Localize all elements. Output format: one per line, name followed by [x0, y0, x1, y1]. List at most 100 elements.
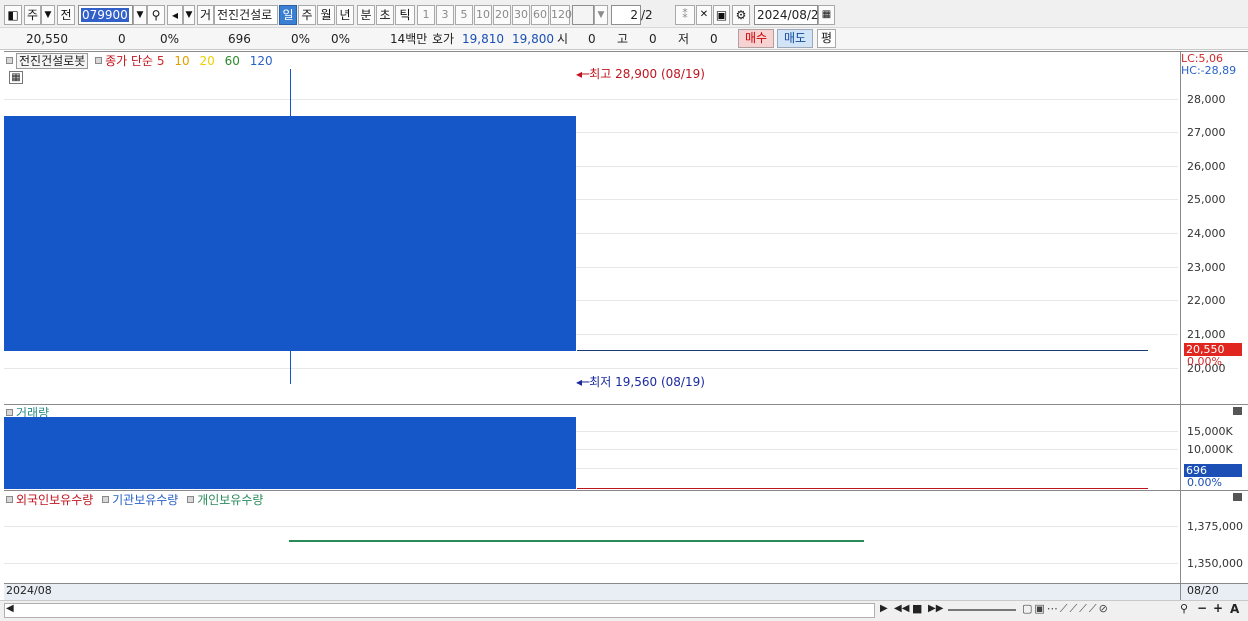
open-value: 0: [588, 32, 596, 46]
market-select[interactable]: 주: [24, 5, 41, 25]
ytick-24000: 24,000: [1187, 227, 1226, 240]
avg-button[interactable]: 평: [817, 29, 836, 48]
interval-60-button[interactable]: 60: [531, 5, 549, 25]
current-price: 20,550: [26, 32, 68, 46]
interval-dropdown-icon[interactable]: ▼: [594, 5, 608, 25]
code-dropdown-icon[interactable]: ▼: [133, 5, 147, 25]
volume-toggle-button[interactable]: 거: [197, 5, 214, 25]
tab-period-month[interactable]: 월: [317, 5, 335, 25]
vtick-10000k: 10,000K: [1187, 443, 1233, 456]
page-input[interactable]: 2: [611, 5, 641, 25]
high-value: 0: [649, 32, 657, 46]
candle-body[interactable]: [4, 116, 576, 351]
volume-percent: 0%: [291, 32, 311, 46]
interval-20-button[interactable]: 20: [493, 5, 511, 25]
ma-10: 10: [174, 54, 190, 68]
hc-label: HC:-28,89: [1181, 64, 1237, 77]
speaker-dropdown-icon[interactable]: ▼: [183, 5, 195, 25]
scroll-left-icon[interactable]: ◀: [6, 603, 14, 614]
htick-1350000: 1,350,000: [1187, 557, 1243, 570]
current-price-pct: 0.00%: [1187, 355, 1222, 368]
stock-label[interactable]: 전진건설로봇: [16, 53, 89, 69]
company-name-field: 전진건설로: [214, 5, 278, 25]
ytick-25000: 25,000: [1187, 193, 1226, 206]
ytick-22000: 22,000: [1187, 294, 1226, 307]
search-icon[interactable]: ⚲: [147, 5, 165, 25]
tab-period-second[interactable]: 초: [376, 5, 394, 25]
crosshair-icon[interactable]: ✕: [696, 5, 712, 25]
individual-holding-line: [289, 540, 864, 542]
ytick-27000: 27,000: [1187, 126, 1226, 139]
ytick-23000: 23,000: [1187, 261, 1226, 274]
arrow-left-icon: ◂: [576, 375, 583, 389]
speaker-icon[interactable]: ◂: [167, 5, 183, 25]
tab-period-week[interactable]: 주: [298, 5, 316, 25]
low-value: 0: [710, 32, 718, 46]
volume-ma-line: [577, 488, 1148, 489]
tab-period-day[interactable]: 일: [279, 5, 297, 25]
prev-button[interactable]: 전: [57, 5, 75, 25]
close-pane-icon[interactable]: [1233, 407, 1242, 415]
price-pane-legend: 전진건설로봇 종가 단순 5 10 20 60 120: [6, 52, 273, 69]
custom-interval-input[interactable]: [572, 5, 594, 25]
change-percent: 0%: [160, 32, 180, 46]
trade-amount: 14백만: [390, 32, 428, 46]
interval-1-button[interactable]: 1: [417, 5, 435, 25]
interval-3-button[interactable]: 3: [436, 5, 454, 25]
volume-bar[interactable]: [4, 417, 576, 489]
magnifier-icon[interactable]: ⚲: [1180, 602, 1188, 615]
ytick-28000: 28,000: [1187, 93, 1226, 106]
current-price-line: [577, 350, 1148, 351]
interval-120-button[interactable]: 120: [550, 5, 572, 25]
main-toolbar: ◧ 주 ▼ 전 079900 ▼ ⚲ ◂ ▼ 거 전진건설로 일 주 월 년 분…: [0, 0, 1248, 28]
sell-button[interactable]: 매도: [777, 29, 813, 48]
arrow-left-icon: ◂: [576, 67, 583, 81]
table-view-icon[interactable]: ▦: [9, 71, 23, 84]
interval-30-button[interactable]: 30: [512, 5, 530, 25]
tab-period-minute[interactable]: 분: [357, 5, 375, 25]
interval-5-button[interactable]: 5: [455, 5, 473, 25]
change-value: 0: [118, 32, 126, 46]
window-menu-icon[interactable]: ◧: [4, 5, 22, 25]
stock-code-input[interactable]: 079900: [78, 5, 133, 25]
text-tool-icon[interactable]: A: [1230, 602, 1239, 616]
zoom-in-icon[interactable]: +: [1213, 601, 1223, 615]
hoga-label: 호가: [432, 32, 455, 46]
zoom-slider[interactable]: [948, 609, 1016, 611]
ytick-21000: 21,000: [1187, 328, 1226, 341]
legend-institution: 기관보유수량: [112, 493, 179, 507]
ma-label: 종가 단순: [105, 54, 154, 68]
fast-forward-icon[interactable]: ▶▶: [928, 603, 943, 614]
high-label: 고: [617, 32, 629, 46]
chevron-down-icon[interactable]: ▼: [41, 5, 55, 25]
compare-icon[interactable]: ⁑: [675, 5, 695, 25]
tab-period-tick[interactable]: 틱: [395, 5, 415, 25]
tab-period-year[interactable]: 년: [336, 5, 354, 25]
x-axis: [4, 583, 1180, 600]
calendar-icon[interactable]: ▦: [818, 5, 835, 25]
scroll-right-icon[interactable]: ▶: [880, 603, 888, 614]
ma-20: 20: [199, 54, 215, 68]
page-total: /2: [641, 8, 653, 22]
save-icon[interactable]: ▣: [713, 5, 730, 25]
open-label: 시: [557, 32, 569, 46]
horizontal-scrollbar[interactable]: [4, 603, 875, 618]
x-axis-end-label: 08/20: [1187, 584, 1219, 597]
ma-60: 60: [224, 54, 240, 68]
date-input[interactable]: 2024/08/20: [754, 5, 826, 25]
ytick-26000: 26,000: [1187, 160, 1226, 173]
quote-bar: 20,550 0 0% 696 0% 0% 14백만 호가 19,810 19,…: [0, 28, 1248, 50]
x-axis-start-label: 2024/08: [6, 584, 52, 597]
gear-icon[interactable]: ⚙: [732, 5, 750, 25]
bid-price: 19,800: [512, 32, 554, 46]
vtick-15000k: 15,000K: [1187, 425, 1233, 438]
buy-button[interactable]: 매수: [738, 29, 774, 48]
zoom-out-icon[interactable]: −: [1197, 601, 1207, 615]
drawing-tools-icon[interactable]: ▢▣⋯⟋⟋⟋⟋⊘: [1022, 602, 1110, 616]
interval-10-button[interactable]: 10: [474, 5, 492, 25]
rewind-icon[interactable]: ◀◀: [894, 603, 909, 614]
stop-icon[interactable]: ■: [912, 602, 922, 615]
low-annotation: ◂─최저 19,560 (08/19): [576, 375, 705, 389]
close-pane-icon[interactable]: [1233, 493, 1242, 501]
low-label: 저: [678, 32, 690, 46]
